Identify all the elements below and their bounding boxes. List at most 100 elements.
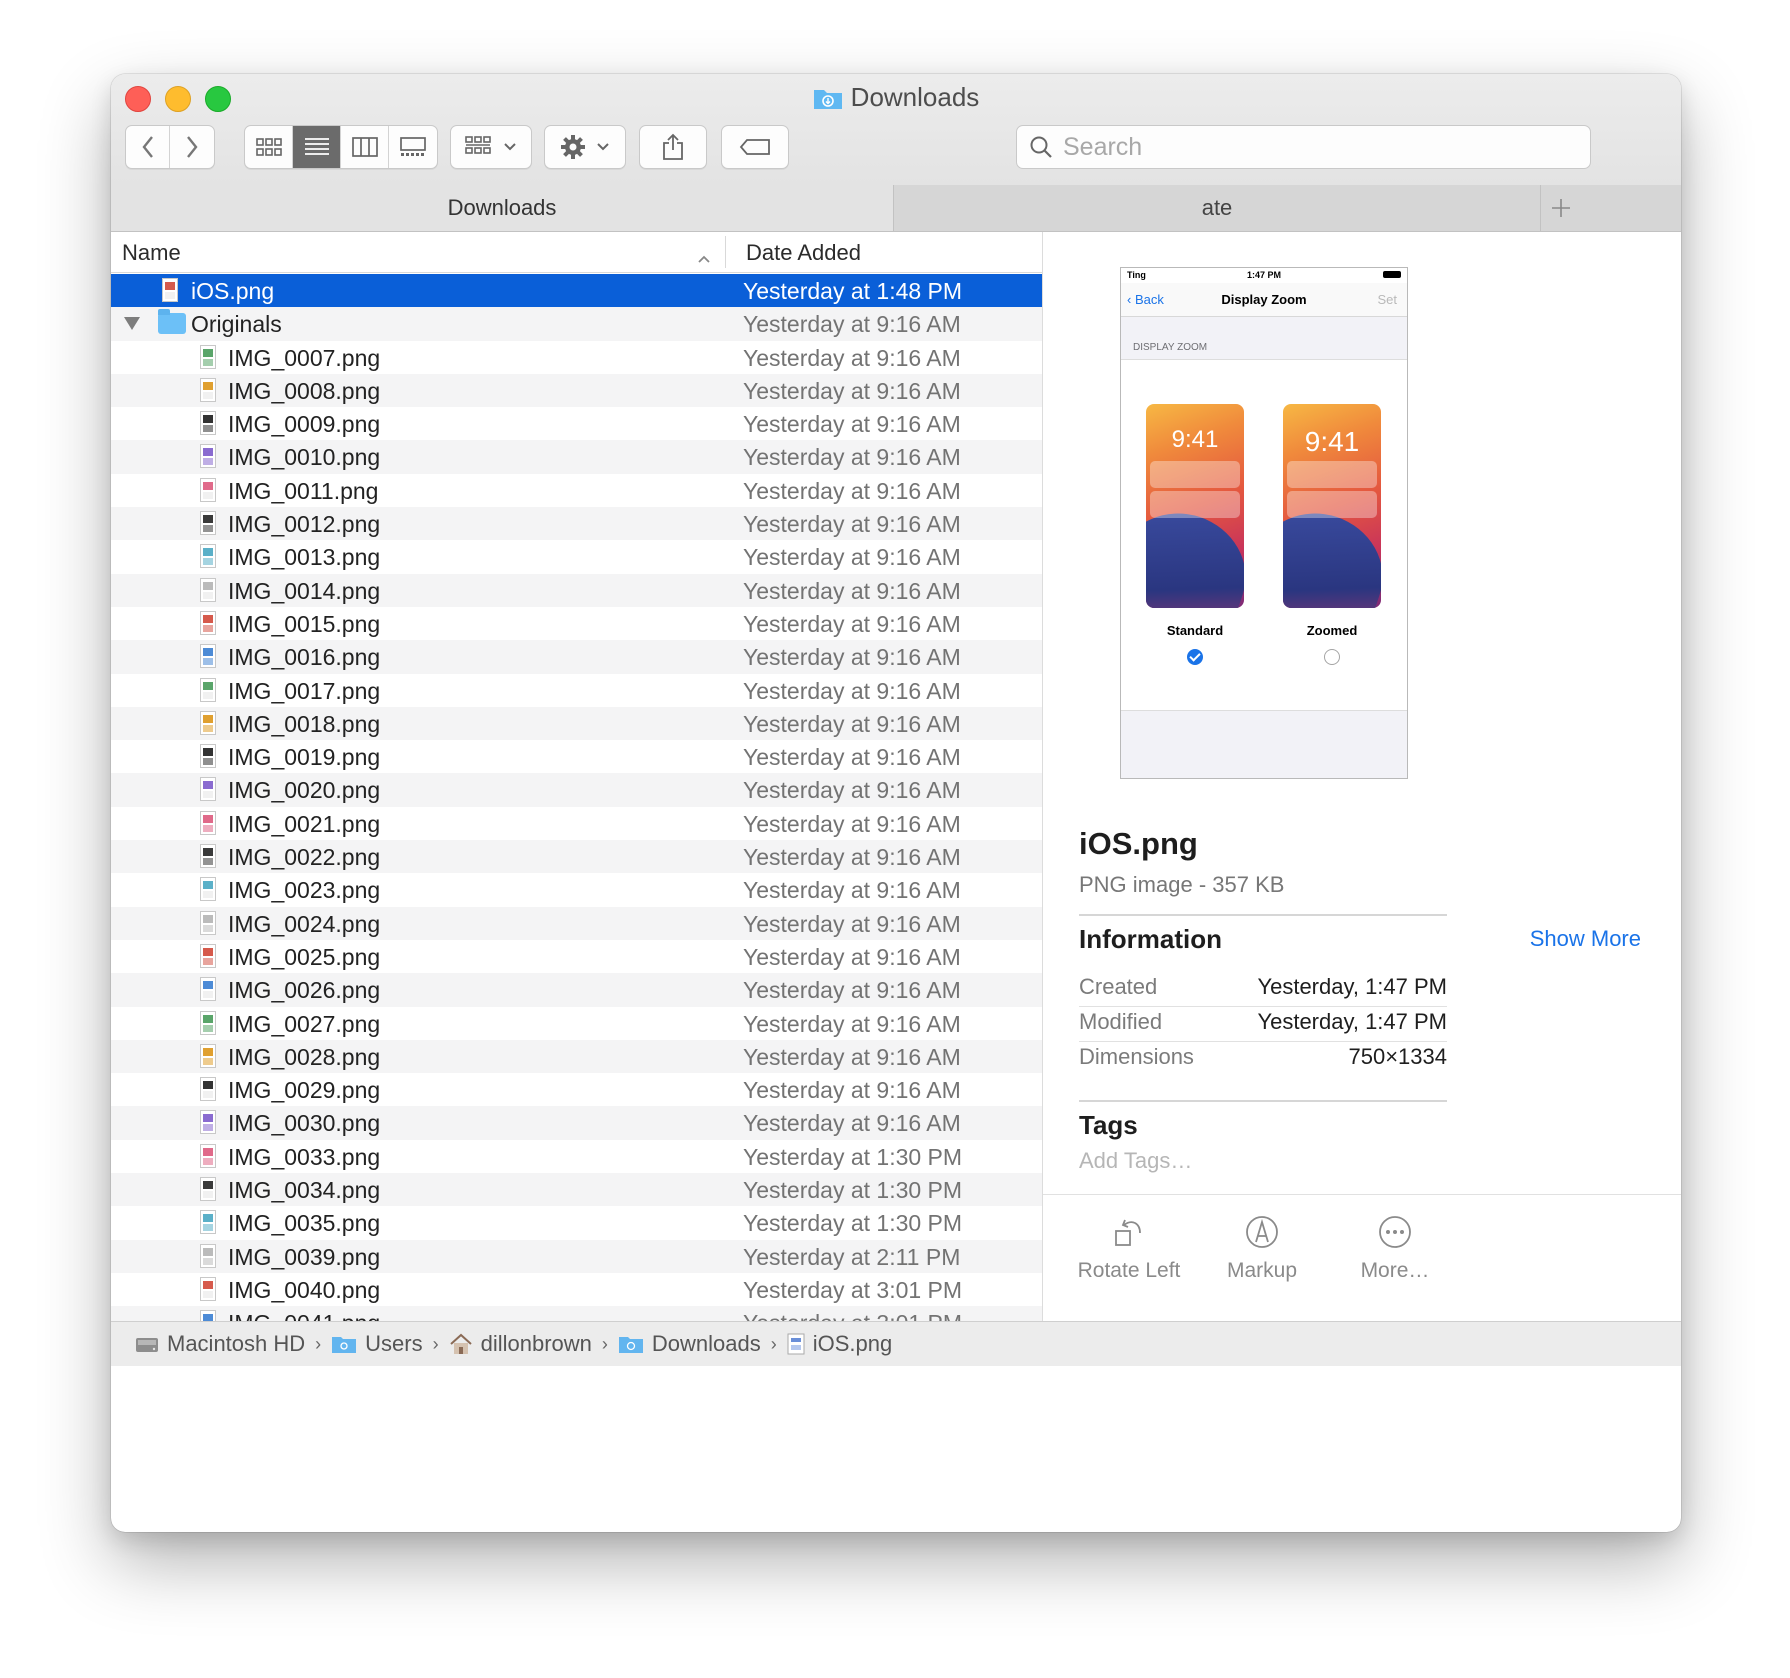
- file-row[interactable]: IMG_0013.png Yesterday at 9:16 AM: [111, 540, 1042, 573]
- date-added-column-header[interactable]: Date Added: [746, 240, 861, 266]
- info-row-created: Created Yesterday, 1:47 PM: [1079, 972, 1447, 1007]
- search-field[interactable]: [1016, 125, 1591, 169]
- file-row[interactable]: IMG_0041.png Yesterday at 3:01 PM: [111, 1306, 1042, 1321]
- file-row[interactable]: IMG_0021.png Yesterday at 9:16 AM: [111, 807, 1042, 840]
- thumb-status-bar: Ting 1:47 PM: [1121, 268, 1407, 283]
- file-row[interactable]: IMG_0008.png Yesterday at 9:16 AM: [111, 373, 1042, 408]
- markup-button[interactable]: Markup: [1192, 1215, 1332, 1283]
- image-file-icon: [787, 1333, 805, 1355]
- file-name: IMG_0039.png: [228, 1243, 381, 1270]
- path-separator-icon: ›: [315, 1333, 322, 1354]
- file-row[interactable]: IMG_0035.png Yesterday at 1:30 PM: [111, 1206, 1042, 1239]
- add-tags-field[interactable]: Add Tags…: [1079, 1148, 1192, 1174]
- date-added: Yesterday at 9:16 AM: [743, 1077, 961, 1104]
- standard-checkmark-icon: [1187, 649, 1203, 665]
- group-by-icon: [465, 136, 491, 154]
- tag-icon: [739, 139, 770, 155]
- share-button[interactable]: [639, 125, 707, 169]
- name-column-header[interactable]: Name: [122, 240, 181, 266]
- path-separator-icon: ›: [601, 1333, 608, 1354]
- path-home[interactable]: dillonbrown: [449, 1331, 592, 1357]
- file-name: IMG_0041.png: [228, 1310, 380, 1321]
- file-row[interactable]: IMG_0018.png Yesterday at 9:16 AM: [111, 706, 1042, 741]
- more-label: More…: [1360, 1259, 1430, 1282]
- file-row[interactable]: IMG_0033.png Yesterday at 1:30 PM: [111, 1140, 1042, 1173]
- column-divider[interactable]: [725, 236, 726, 268]
- file-row[interactable]: IMG_0028.png Yesterday at 9:16 AM: [111, 1039, 1042, 1074]
- preview-thumbnail: Ting 1:47 PM ‹ Back Display Zoom Set DIS…: [1120, 267, 1408, 779]
- path-file[interactable]: iOS.png: [787, 1331, 892, 1357]
- folder-row[interactable]: Originals Yesterday at 9:16 AM: [111, 307, 1042, 341]
- file-row[interactable]: IMG_0007.png Yesterday at 9:16 AM: [111, 341, 1042, 374]
- show-more-link[interactable]: Show More: [1530, 926, 1641, 952]
- file-row[interactable]: IMG_0030.png Yesterday at 9:16 AM: [111, 1106, 1042, 1140]
- icon-view-button[interactable]: [245, 126, 293, 168]
- tag-button[interactable]: [721, 125, 789, 169]
- tab-ate[interactable]: ate: [894, 185, 1541, 231]
- file-row[interactable]: IMG_0015.png Yesterday at 9:16 AM: [111, 607, 1042, 640]
- file-name: IMG_0018.png: [228, 710, 381, 737]
- file-row[interactable]: iOS.png Yesterday at 1:48 PM: [111, 274, 1042, 308]
- quick-actions: Rotate Left Markup More…: [1043, 1194, 1681, 1322]
- file-row[interactable]: IMG_0019.png Yesterday at 9:16 AM: [111, 740, 1042, 773]
- file-row[interactable]: IMG_0023.png Yesterday at 9:16 AM: [111, 873, 1042, 906]
- preview-pane: Ting 1:47 PM ‹ Back Display Zoom Set DIS…: [1043, 232, 1681, 1321]
- file-row[interactable]: IMG_0010.png Yesterday at 9:16 AM: [111, 440, 1042, 474]
- new-tab-button[interactable]: [1541, 185, 1581, 231]
- image-file-icon: [200, 411, 216, 436]
- path-macintosh-hd[interactable]: Macintosh HD: [135, 1331, 305, 1357]
- date-added: Yesterday at 9:16 AM: [743, 977, 961, 1004]
- file-name: IMG_0024.png: [228, 910, 381, 937]
- more-button[interactable]: More…: [1325, 1215, 1465, 1283]
- file-row[interactable]: IMG_0012.png Yesterday at 9:16 AM: [111, 507, 1042, 541]
- file-row[interactable]: IMG_0022.png Yesterday at 9:16 AM: [111, 840, 1042, 874]
- file-row[interactable]: IMG_0011.png Yesterday at 9:16 AM: [111, 474, 1042, 507]
- tab-downloads[interactable]: Downloads: [111, 185, 894, 231]
- date-added: Yesterday at 9:16 AM: [743, 744, 961, 771]
- list-view-button[interactable]: [293, 126, 341, 168]
- file-row[interactable]: IMG_0024.png Yesterday at 9:16 AM: [111, 906, 1042, 940]
- chevron-down-icon: [504, 143, 516, 151]
- rotate-left-button[interactable]: Rotate Left: [1059, 1215, 1199, 1283]
- file-row[interactable]: IMG_0014.png Yesterday at 9:16 AM: [111, 573, 1042, 607]
- image-file-icon: [200, 344, 216, 369]
- gallery-view-button[interactable]: [389, 126, 437, 168]
- path-users[interactable]: Users: [331, 1331, 423, 1357]
- file-row[interactable]: IMG_0040.png Yesterday at 3:01 PM: [111, 1273, 1042, 1306]
- date-added: Yesterday at 9:16 AM: [743, 644, 961, 671]
- sort-ascending-icon: [697, 244, 711, 270]
- home-icon: [449, 1333, 472, 1354]
- preview-file-kind: PNG image - 357 KB: [1079, 872, 1285, 897]
- file-name: IMG_0012.png: [228, 511, 381, 538]
- date-added: Yesterday at 1:30 PM: [743, 1210, 963, 1237]
- file-name: IMG_0015.png: [228, 610, 381, 637]
- file-row[interactable]: IMG_0034.png Yesterday at 1:30 PM: [111, 1173, 1042, 1207]
- file-name: IMG_0030.png: [228, 1110, 381, 1137]
- file-row[interactable]: IMG_0009.png Yesterday at 9:16 AM: [111, 407, 1042, 440]
- info-row-dimensions: Dimensions 750×1334: [1079, 1042, 1447, 1076]
- file-row[interactable]: IMG_0017.png Yesterday at 9:16 AM: [111, 674, 1042, 707]
- info-label: Created: [1079, 974, 1158, 999]
- path-downloads[interactable]: Downloads: [618, 1331, 761, 1357]
- file-row[interactable]: IMG_0026.png Yesterday at 9:16 AM: [111, 973, 1042, 1007]
- file-row[interactable]: IMG_0027.png Yesterday at 9:16 AM: [111, 1007, 1042, 1040]
- markup-label: Markup: [1226, 1259, 1298, 1282]
- file-name: Originals: [191, 311, 282, 338]
- action-menu-button[interactable]: [544, 125, 626, 169]
- downloads-folder-icon: [618, 1337, 643, 1353]
- file-row[interactable]: IMG_0016.png Yesterday at 9:16 AM: [111, 640, 1042, 674]
- column-view-button[interactable]: [341, 126, 389, 168]
- file-row[interactable]: IMG_0020.png Yesterday at 9:16 AM: [111, 773, 1042, 807]
- group-by-button[interactable]: [450, 125, 532, 169]
- forward-button[interactable]: [170, 126, 214, 168]
- file-row[interactable]: IMG_0025.png Yesterday at 9:16 AM: [111, 940, 1042, 973]
- date-added: Yesterday at 1:30 PM: [743, 1143, 963, 1170]
- disclosure-triangle-icon[interactable]: [124, 317, 140, 331]
- back-button[interactable]: [126, 126, 171, 168]
- file-row[interactable]: IMG_0039.png Yesterday at 2:11 PM: [111, 1239, 1042, 1273]
- image-file-icon: [200, 710, 216, 735]
- file-row[interactable]: IMG_0029.png Yesterday at 9:16 AM: [111, 1073, 1042, 1106]
- search-input[interactable]: [1061, 131, 1565, 163]
- markup-icon: [1246, 1216, 1278, 1248]
- file-name: IMG_0035.png: [228, 1210, 381, 1237]
